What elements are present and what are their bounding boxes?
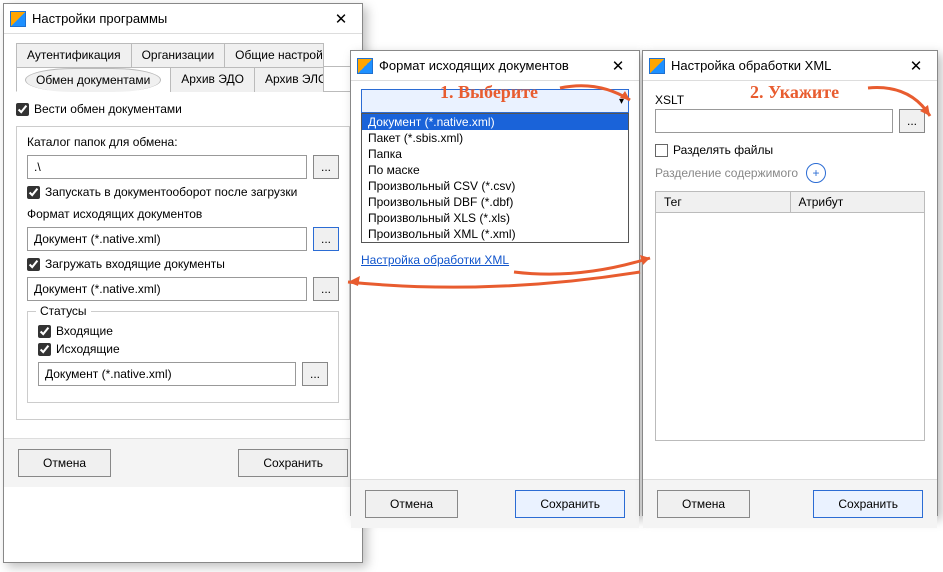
folder-group: Каталог папок для обмена: ... Запускать … [16, 126, 350, 420]
titlebar: Настройки программы ✕ [4, 4, 362, 34]
footer: Отмена Сохранить [4, 438, 362, 487]
save-button[interactable]: Сохранить [515, 490, 625, 518]
close-icon[interactable]: ✕ [899, 51, 933, 80]
xslt-browse-button[interactable]: ... [899, 109, 925, 133]
titlebar: Формат исходящих документов ✕ [351, 51, 639, 81]
status-in-checkbox[interactable]: Входящие [38, 324, 328, 338]
exchange-checkbox[interactable]: Вести обмен документами [16, 102, 350, 116]
close-icon[interactable]: ✕ [324, 4, 358, 33]
incoming-input[interactable] [27, 277, 307, 301]
add-button[interactable]: + [806, 163, 826, 183]
footer: Отмена Сохранить [351, 479, 639, 528]
incoming-button[interactable]: ... [313, 277, 339, 301]
app-icon [10, 11, 26, 27]
tab-exchange[interactable]: Обмен документами [16, 67, 171, 92]
format-window: Формат исходящих документов ✕ ▾ Документ… [350, 50, 640, 516]
save-button[interactable]: Сохранить [238, 449, 348, 477]
option-dbf[interactable]: Произвольный DBF (*.dbf) [362, 194, 628, 210]
cancel-button[interactable]: Отмена [365, 490, 458, 518]
footer: Отмена Сохранить [643, 479, 937, 528]
out-format-label: Формат исходящих документов [27, 207, 339, 221]
save-button[interactable]: Сохранить [813, 490, 923, 518]
app-icon [649, 58, 665, 74]
close-icon[interactable]: ✕ [601, 51, 635, 80]
xml-settings-link[interactable]: Настройка обработки XML [361, 253, 509, 267]
option-xml[interactable]: Произвольный XML (*.xml) [362, 226, 628, 242]
status-out-checkbox[interactable]: Исходящие [38, 342, 328, 356]
cancel-button[interactable]: Отмена [18, 449, 111, 477]
app-icon [357, 58, 373, 74]
option-native[interactable]: Документ (*.native.xml) [362, 114, 628, 130]
launch-checkbox[interactable]: Запускать в документооборот после загруз… [27, 185, 339, 199]
tab-auth[interactable]: Аутентификация [16, 43, 132, 67]
statuses-legend: Статусы [36, 304, 91, 318]
tab-orgs[interactable]: Организации [131, 43, 226, 67]
xslt-label: XSLT [655, 93, 925, 107]
xml-window: Настройка обработки XML ✕ XSLT ... Разде… [642, 50, 938, 516]
window-title: Формат исходящих документов [379, 58, 601, 73]
cancel-button[interactable]: Отмена [657, 490, 750, 518]
out-format-input[interactable] [27, 227, 307, 251]
tabs: Аутентификация Организации Общие настрой… [16, 42, 350, 67]
out-format-button[interactable]: ... [313, 227, 339, 251]
browse-folder-button[interactable]: ... [313, 155, 339, 179]
tab-archive-elo[interactable]: Архив ЭЛО [254, 67, 324, 92]
folder-label: Каталог папок для обмена: [27, 135, 339, 149]
status-input[interactable] [38, 362, 296, 386]
dropdown-list: Документ (*.native.xml) Пакет (*.sbis.xm… [361, 113, 629, 243]
load-incoming-checkbox[interactable]: Загружать входящие документы [27, 257, 339, 271]
option-csv[interactable]: Произвольный CSV (*.csv) [362, 178, 628, 194]
col-tag: Тег [656, 192, 791, 212]
folder-input[interactable] [27, 155, 307, 179]
xslt-input[interactable] [655, 109, 893, 133]
tabs-row2: Обмен документами Архив ЭДО Архив ЭЛО [16, 66, 350, 92]
split-content-row: Разделение содержимого + [655, 163, 925, 183]
col-attr: Атрибут [791, 192, 925, 212]
split-checkbox[interactable]: Разделять файлы [655, 143, 925, 157]
format-dropdown[interactable]: ▾ Документ (*.native.xml) Пакет (*.sbis.… [361, 89, 629, 113]
option-sbis[interactable]: Пакет (*.sbis.xml) [362, 130, 628, 146]
status-button[interactable]: ... [302, 362, 328, 386]
titlebar: Настройка обработки XML ✕ [643, 51, 937, 81]
tab-general[interactable]: Общие настройки [224, 43, 324, 67]
settings-window: Настройки программы ✕ Аутентификация Орг… [3, 3, 363, 563]
window-title: Настройка обработки XML [671, 58, 899, 73]
split-table: Тег Атрибут [655, 191, 925, 441]
statuses-group: Статусы Входящие Исходящие ... [27, 311, 339, 403]
option-mask[interactable]: По маске [362, 162, 628, 178]
chevron-down-icon: ▾ [619, 96, 624, 107]
option-xls[interactable]: Произвольный XLS (*.xls) [362, 210, 628, 226]
tab-archive-edo[interactable]: Архив ЭДО [170, 67, 255, 92]
option-folder[interactable]: Папка [362, 146, 628, 162]
window-title: Настройки программы [32, 11, 324, 26]
